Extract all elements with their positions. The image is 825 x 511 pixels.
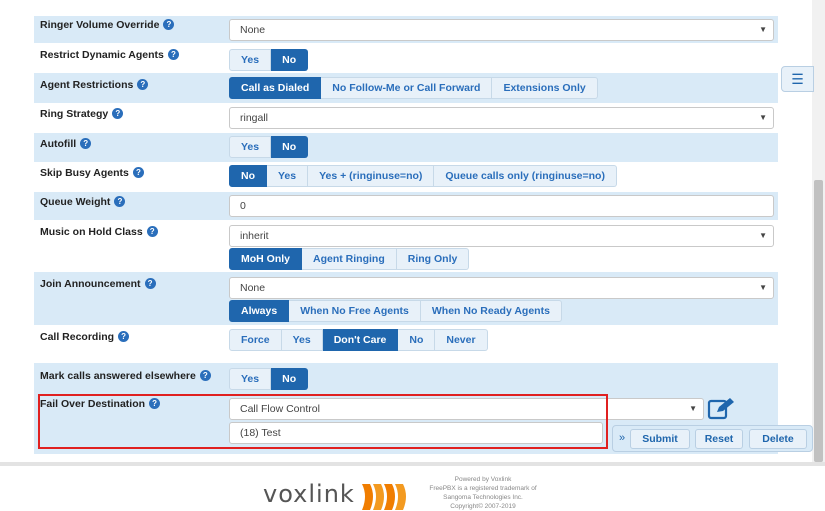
- ring-strategy-select[interactable]: ringall ▼: [229, 107, 774, 129]
- label-ring-strategy: Ring Strategy?: [40, 108, 124, 120]
- moh-ring-only[interactable]: Ring Only: [396, 248, 470, 270]
- recording-force[interactable]: Force: [229, 329, 282, 351]
- queue-settings-panel: Ringer Volume Override? None ▼ Restrict D…: [34, 0, 778, 462]
- help-icon[interactable]: ?: [132, 167, 144, 178]
- mark-answered-yes[interactable]: Yes: [229, 368, 272, 390]
- help-icon[interactable]: ?: [112, 108, 124, 119]
- label-agent-restrictions: Agent Restrictions?: [40, 79, 149, 91]
- label-queue-weight: Queue Weight?: [40, 196, 126, 208]
- highlight-box: [38, 394, 608, 449]
- skip-busy-toggle: No Yes Yes + (ringinuse=no) Queue calls …: [229, 165, 617, 187]
- mark-answered-no[interactable]: No: [271, 368, 309, 390]
- caret-down-icon: ▼: [759, 283, 767, 292]
- help-icon[interactable]: ?: [118, 331, 130, 342]
- label-restrict-agents: Restrict Dynamic Agents?: [40, 49, 179, 61]
- row-call-recording: Call Recording? Force Yes Don't Care No …: [34, 325, 778, 363]
- label-join-announcement: Join Announcement?: [40, 278, 156, 290]
- row-restrict-agents: Restrict Dynamic Agents? Yes No: [34, 43, 778, 73]
- scrollbar-thumb[interactable]: [814, 180, 823, 462]
- skip-busy-queue-only[interactable]: Queue calls only (ringinuse=no): [434, 165, 617, 187]
- row-agent-restrictions: Agent Restrictions? Call as Dialed No Fo…: [34, 73, 778, 103]
- submit-button[interactable]: Submit: [630, 429, 690, 449]
- agent-restrictions-call-as-dialed[interactable]: Call as Dialed: [229, 77, 322, 99]
- mark-answered-toggle: Yes No: [229, 368, 309, 390]
- skip-busy-yes-ringinuse[interactable]: Yes + (ringinuse=no): [308, 165, 435, 187]
- moh-only[interactable]: MoH Only: [229, 248, 302, 270]
- edit-icon[interactable]: [707, 396, 737, 420]
- caret-down-icon: ▼: [759, 231, 767, 240]
- moh-agent-ringing[interactable]: Agent Ringing: [302, 248, 397, 270]
- ringer-volume-select[interactable]: None ▼: [229, 19, 774, 41]
- caret-down-icon: ▼: [759, 25, 767, 34]
- powered-by-text: Powered by Voxlink FreePBX is a register…: [429, 476, 537, 510]
- action-bar: » Submit Reset Delete: [612, 425, 813, 452]
- help-icon[interactable]: ?: [80, 138, 92, 149]
- delete-button[interactable]: Delete: [749, 429, 807, 449]
- voxlink-logo: voxlink: [263, 480, 355, 508]
- row-moh-class: Music on Hold Class? inherit ▼ MoH Only A…: [34, 220, 778, 272]
- autofill-yes[interactable]: Yes: [229, 136, 272, 158]
- join-always[interactable]: Always: [229, 300, 290, 322]
- join-no-ready-agents[interactable]: When No Ready Agents: [420, 300, 562, 322]
- help-icon[interactable]: ?: [199, 370, 211, 381]
- label-skip-busy: Skip Busy Agents?: [40, 167, 144, 179]
- help-icon[interactable]: ?: [163, 19, 175, 30]
- caret-down-icon: ▼: [759, 113, 767, 122]
- queue-weight-input[interactable]: 0: [229, 195, 774, 217]
- restrict-agents-toggle: Yes No: [229, 49, 309, 71]
- join-announcement-toggle: Always When No Free Agents When No Ready…: [229, 300, 562, 322]
- label-ringer-volume: Ringer Volume Override?: [40, 19, 175, 31]
- recording-yes[interactable]: Yes: [281, 329, 323, 351]
- row-ringer-volume: Ringer Volume Override? None ▼: [34, 16, 778, 43]
- label-mark-answered: Mark calls answered elsewhere?: [40, 370, 211, 382]
- caret-down-icon: ▼: [689, 404, 697, 413]
- agent-restrictions-toggle: Call as Dialed No Follow-Me or Call Forw…: [229, 77, 598, 99]
- footer-divider: [0, 462, 825, 466]
- moh-mode-toggle: MoH Only Agent Ringing Ring Only: [229, 248, 470, 270]
- join-no-free-agents[interactable]: When No Free Agents: [289, 300, 421, 322]
- skip-busy-yes[interactable]: Yes: [267, 165, 309, 187]
- join-announcement-select[interactable]: None ▼: [229, 277, 774, 299]
- row-mark-answered: Mark calls answered elsewhere? Yes No: [34, 363, 778, 394]
- label-autofill: Autofill?: [40, 138, 92, 150]
- label-moh-class: Music on Hold Class?: [40, 226, 158, 238]
- recording-never[interactable]: Never: [435, 329, 488, 351]
- recording-dont-care[interactable]: Don't Care: [322, 329, 399, 351]
- restrict-agents-no[interactable]: No: [271, 49, 309, 71]
- row-ring-strategy: Ring Strategy? ringall ▼: [34, 103, 778, 133]
- voxlink-logo-mark: [362, 484, 406, 510]
- autofill-toggle: Yes No: [229, 136, 309, 158]
- agent-restrictions-extensions-only[interactable]: Extensions Only: [492, 77, 598, 99]
- call-recording-toggle: Force Yes Don't Care No Never: [229, 329, 488, 351]
- row-join-announcement: Join Announcement? None ▼ Always When No …: [34, 272, 778, 325]
- help-icon[interactable]: ?: [146, 226, 158, 237]
- restrict-agents-yes[interactable]: Yes: [229, 49, 272, 71]
- list-icon[interactable]: ☰: [781, 66, 814, 92]
- reset-button[interactable]: Reset: [695, 429, 743, 449]
- moh-class-select[interactable]: inherit ▼: [229, 225, 774, 247]
- row-queue-weight: Queue Weight? 0: [34, 192, 778, 220]
- row-autofill: Autofill? Yes No: [34, 133, 778, 162]
- skip-busy-no[interactable]: No: [229, 165, 267, 187]
- label-call-recording: Call Recording?: [40, 331, 130, 343]
- recording-no[interactable]: No: [398, 329, 436, 351]
- help-icon[interactable]: ?: [167, 49, 179, 60]
- help-icon[interactable]: ?: [114, 196, 126, 207]
- help-icon[interactable]: ?: [137, 79, 149, 90]
- help-icon[interactable]: ?: [144, 278, 156, 289]
- agent-restrictions-no-follow-me[interactable]: No Follow-Me or Call Forward: [321, 77, 493, 99]
- chevron-right-icon[interactable]: »: [619, 432, 625, 444]
- row-skip-busy: Skip Busy Agents? No Yes Yes + (ringinus…: [34, 162, 778, 192]
- autofill-no[interactable]: No: [271, 136, 309, 158]
